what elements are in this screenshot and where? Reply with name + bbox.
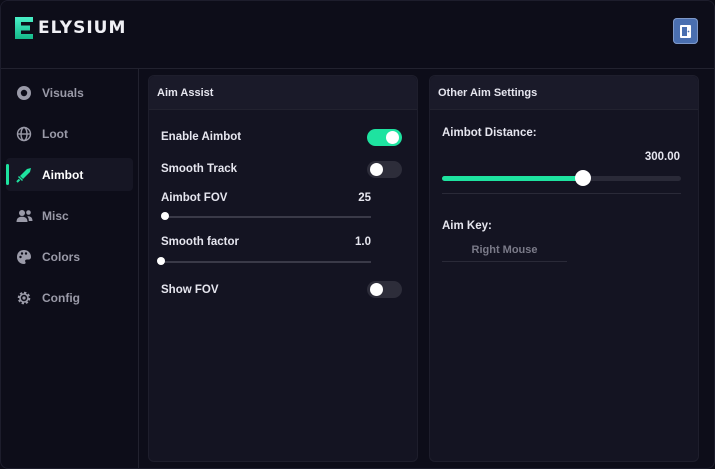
sword-icon — [15, 166, 33, 184]
aimbot-distance-label: Aimbot Distance: — [442, 127, 537, 139]
eye-circle-icon — [15, 84, 33, 102]
divider — [442, 193, 681, 194]
globe-icon — [15, 125, 33, 143]
enable-aimbot-label: Enable Aimbot — [161, 131, 242, 143]
aimbot-distance-value: 300.00 — [644, 151, 680, 163]
header-bar: ELYSIUM — [1, 1, 714, 69]
door-icon — [680, 24, 691, 38]
smooth-factor-label: Smooth factor — [161, 236, 239, 248]
aimbot-fov-label: Aimbot FOV — [161, 192, 228, 204]
sidebar-item-misc[interactable]: Misc — [6, 199, 133, 232]
sidebar-item-label: Visuals — [42, 85, 84, 100]
smooth-track-toggle[interactable] — [367, 161, 402, 178]
smooth-factor-slider-knob[interactable] — [157, 257, 165, 265]
smooth-track-label: Smooth Track — [161, 163, 238, 175]
sidebar-item-loot[interactable]: Loot — [6, 117, 133, 150]
logo-e-icon — [15, 17, 33, 39]
smooth-factor-value: 1.0 — [355, 236, 371, 248]
panel-title: Aim Assist — [149, 76, 417, 110]
palette-icon — [15, 248, 33, 266]
toggle-knob — [370, 163, 383, 176]
app-window: ELYSIUM Visuals Loot Aimbot Misc Colors … — [0, 0, 715, 469]
toggle-knob — [386, 131, 399, 144]
app-title: ELYSIUM — [38, 18, 127, 38]
sidebar-item-label: Colors — [42, 249, 81, 264]
aimbot-fov-slider-knob[interactable] — [161, 212, 169, 220]
aimbot-distance-slider-fill — [442, 176, 583, 181]
other-aim-settings-panel: Other Aim Settings Aimbot Distance: 300.… — [429, 75, 699, 462]
exit-button[interactable] — [673, 18, 698, 44]
sidebar-item-label: Loot — [42, 126, 68, 141]
divider — [442, 261, 567, 262]
sidebar-item-label: Config — [42, 290, 80, 305]
show-fov-toggle[interactable] — [367, 281, 402, 298]
aimbot-distance-slider[interactable] — [442, 176, 681, 181]
aim-assist-panel: Aim Assist Enable Aimbot Smooth Track Ai… — [148, 75, 418, 462]
show-fov-label: Show FOV — [161, 284, 219, 296]
enable-aimbot-toggle[interactable] — [367, 129, 402, 146]
sidebar-item-label: Aimbot — [42, 167, 84, 182]
gear-icon — [15, 289, 33, 307]
app-logo: ELYSIUM — [13, 16, 126, 40]
sidebar-item-config[interactable]: Config — [6, 281, 133, 314]
sidebar-nav: Visuals Loot Aimbot Misc Colors Config — [1, 69, 139, 468]
sidebar-item-label: Misc — [42, 208, 69, 223]
sidebar-item-colors[interactable]: Colors — [6, 240, 133, 273]
aimbot-fov-slider[interactable] — [161, 216, 371, 218]
toggle-knob — [370, 283, 383, 296]
sidebar-item-visuals[interactable]: Visuals — [6, 76, 133, 109]
aim-key-button[interactable]: Right Mouse — [442, 244, 567, 256]
smooth-factor-slider[interactable] — [161, 261, 371, 263]
sidebar-item-aimbot[interactable]: Aimbot — [6, 158, 133, 191]
aimbot-distance-slider-knob[interactable] — [575, 170, 591, 186]
aim-key-label: Aim Key: — [442, 220, 492, 232]
aimbot-fov-value: 25 — [358, 192, 371, 204]
users-icon — [15, 207, 33, 225]
panel-title: Other Aim Settings — [430, 76, 698, 110]
